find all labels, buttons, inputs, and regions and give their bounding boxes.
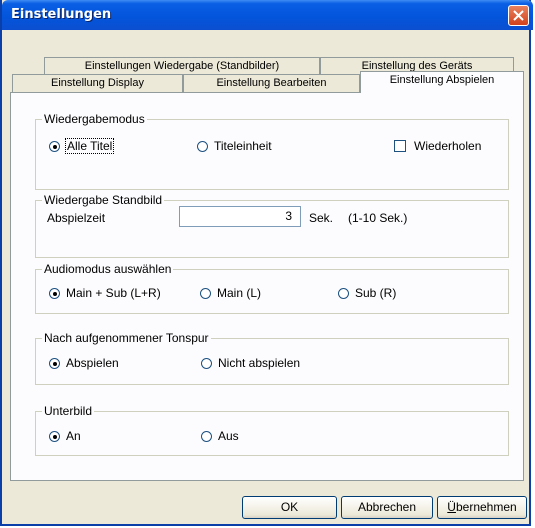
close-button[interactable] [508, 5, 529, 26]
checkbox-box [394, 140, 406, 152]
radio-sub-r[interactable]: Sub (R) [338, 286, 396, 300]
radio-circle [201, 357, 212, 369]
radio-label: Nicht abspielen [218, 356, 301, 370]
tab-label: Einstellung Abspielen [389, 74, 495, 86]
radio-circle [338, 287, 349, 299]
radio-circle [49, 140, 60, 152]
title-bar[interactable]: Einstellungen [2, 0, 533, 30]
radio-label: An [66, 429, 81, 443]
cancel-label: Abbrechen [357, 500, 417, 514]
close-icon [513, 10, 524, 21]
abspielzeit-input[interactable]: 3 [179, 206, 301, 227]
tab-display[interactable]: Einstellung Display [12, 74, 183, 92]
radio-main-l[interactable]: Main (L) [200, 286, 261, 300]
window-title: Einstellungen [11, 7, 112, 22]
radio-circle [201, 430, 212, 442]
tab-bearbeiten[interactable]: Einstellung Bearbeiten [183, 74, 360, 92]
checkbox-wiederholen[interactable]: Wiederholen [394, 139, 481, 153]
tab-panel-abspielen: Wiedergabemodus Alle Titel Titeleinheit … [10, 92, 524, 481]
abspielzeit-label: Abspielzeit [47, 211, 106, 225]
radio-main-sub[interactable]: Main + Sub (L+R) [49, 286, 161, 300]
ok-label: OK [280, 500, 299, 514]
group-title: Wiedergabe Standbild [42, 193, 165, 207]
radio-label: Alle Titel [64, 138, 115, 154]
radio-label: Sub (R) [355, 286, 397, 300]
unit-label: Sek. [309, 211, 334, 225]
radio-titeleinheit[interactable]: Titeleinheit [197, 139, 272, 153]
radio-label: Main + Sub (L+R) [66, 286, 161, 300]
radio-aus[interactable]: Aus [201, 429, 239, 443]
apply-label: bernehmen [455, 500, 517, 514]
ok-button[interactable]: OK [242, 496, 337, 519]
radio-label: Abspielen [66, 356, 119, 370]
tab-label: Einstellung Bearbeiten [216, 77, 327, 89]
radio-nicht-abspielen[interactable]: Nicht abspielen [201, 356, 300, 370]
checkbox-label: Wiederholen [414, 139, 482, 153]
group-title: Unterbild [42, 404, 95, 418]
radio-circle [200, 287, 211, 299]
group-title: Audiomodus auswählen [42, 262, 174, 276]
apply-label-underlined: Ü [447, 500, 456, 514]
apply-button[interactable]: Übernehmen [437, 496, 527, 519]
tab-label: Einstellung Display [51, 77, 144, 89]
radio-circle [49, 287, 60, 299]
range-label: (1-10 Sek.) [348, 211, 408, 225]
group-unterbild: Unterbild [35, 404, 509, 456]
radio-circle [197, 140, 208, 152]
radio-abspielen[interactable]: Abspielen [49, 356, 119, 370]
radio-label: Main (L) [217, 286, 262, 300]
tab-abspielen[interactable]: Einstellung Abspielen [360, 71, 524, 93]
group-wiedergabemodus: Wiedergabemodus [35, 112, 509, 190]
group-title: Wiedergabemodus [42, 112, 147, 126]
radio-circle [49, 357, 60, 369]
cancel-button[interactable]: Abbrechen [341, 496, 433, 519]
radio-label: Aus [218, 429, 239, 443]
radio-alle-titel[interactable]: Alle Titel [49, 138, 115, 154]
radio-an[interactable]: An [49, 429, 81, 443]
radio-label: Titeleinheit [214, 139, 272, 153]
group-title: Nach aufgenommener Tonspur [42, 331, 211, 345]
radio-circle [49, 430, 60, 442]
tab-label: Einstellungen Wiedergabe (Standbilder) [84, 60, 280, 72]
